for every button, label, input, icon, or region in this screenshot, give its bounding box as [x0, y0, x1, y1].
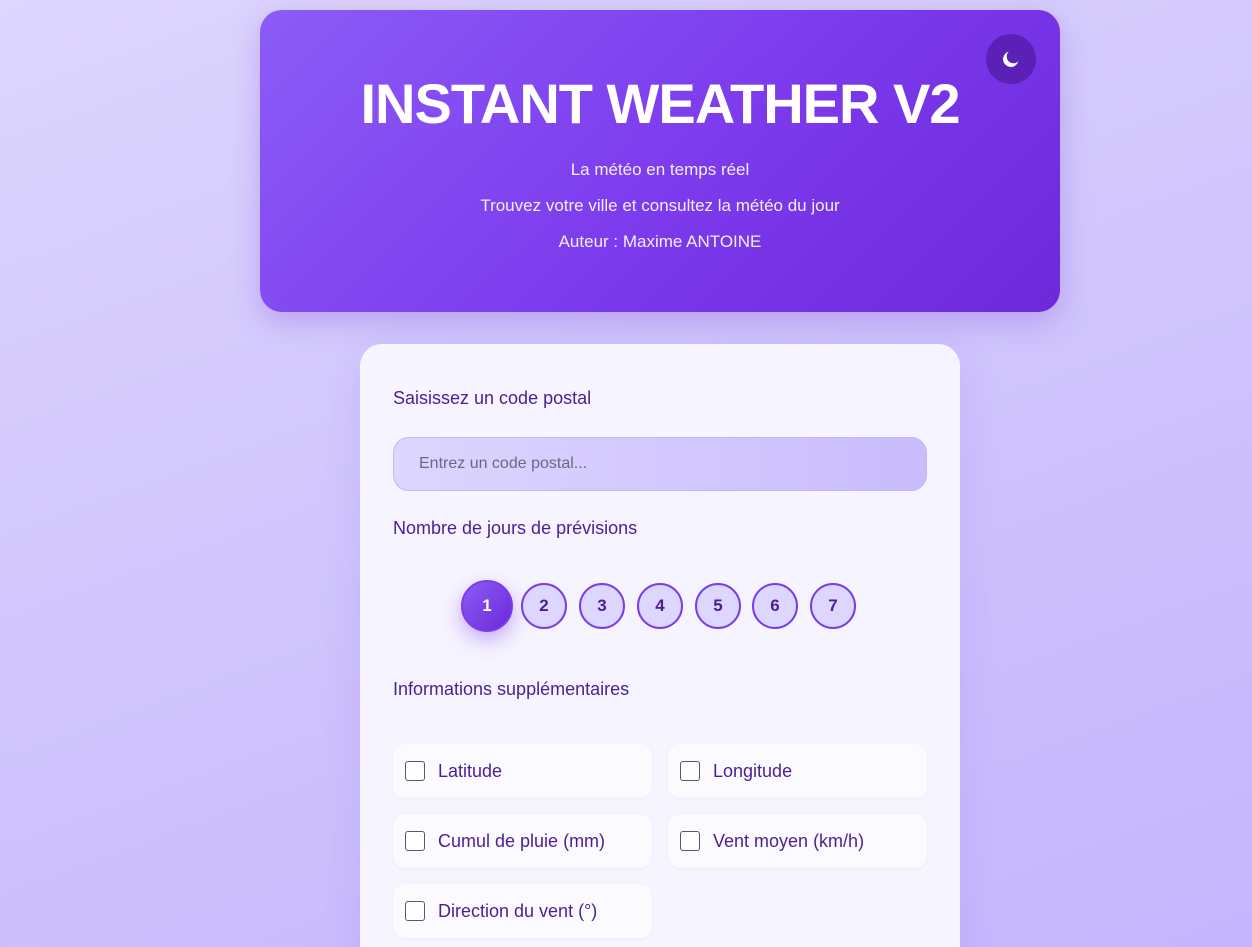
moon-icon: [1003, 51, 1019, 67]
app-title: INSTANT WEATHER V2: [360, 72, 960, 135]
app-tagline: Trouvez votre ville et consultez la mété…: [480, 196, 840, 215]
option-longitude[interactable]: Longitude: [668, 744, 927, 798]
forecast-days-label: Nombre de jours de prévisions: [393, 518, 638, 538]
forecast-days-selector: 1 2 3 4 5 6 7: [360, 580, 960, 632]
option-label: Direction du vent (°): [438, 901, 598, 921]
app-subtitle: La météo en temps réel: [570, 160, 750, 179]
wind-speed-checkbox[interactable]: [680, 831, 700, 851]
option-label: Vent moyen (km/h): [713, 831, 865, 851]
day-option-6[interactable]: 6: [752, 583, 798, 629]
option-label: Longitude: [713, 761, 793, 781]
option-label: Latitude: [438, 761, 503, 781]
search-form-card: Saisissez un code postal Nombre de jours…: [360, 344, 960, 947]
day-option-3[interactable]: 3: [579, 583, 625, 629]
option-label: Cumul de pluie (mm): [438, 831, 606, 851]
longitude-checkbox[interactable]: [680, 761, 700, 781]
option-rain[interactable]: Cumul de pluie (mm): [393, 814, 652, 868]
option-wind-direction[interactable]: Direction du vent (°): [393, 884, 652, 938]
latitude-checkbox[interactable]: [405, 761, 425, 781]
theme-toggle-button[interactable]: [986, 34, 1036, 84]
day-option-4[interactable]: 4: [637, 583, 683, 629]
day-option-5[interactable]: 5: [695, 583, 741, 629]
wind-direction-checkbox[interactable]: [405, 901, 425, 921]
option-wind-speed[interactable]: Vent moyen (km/h): [668, 814, 927, 868]
app-author: Auteur : Maxime ANTOINE: [558, 232, 762, 251]
option-latitude[interactable]: Latitude: [393, 744, 652, 798]
postal-code-label: Saisissez un code postal: [393, 388, 592, 408]
day-option-1[interactable]: 1: [461, 580, 513, 632]
postal-code-input[interactable]: [393, 437, 927, 491]
day-option-2[interactable]: 2: [521, 583, 567, 629]
extra-info-label: Informations supplémentaires: [393, 679, 630, 699]
app-header: INSTANT WEATHER V2 La météo en temps rée…: [260, 10, 1060, 312]
rain-checkbox[interactable]: [405, 831, 425, 851]
day-option-7[interactable]: 7: [810, 583, 856, 629]
